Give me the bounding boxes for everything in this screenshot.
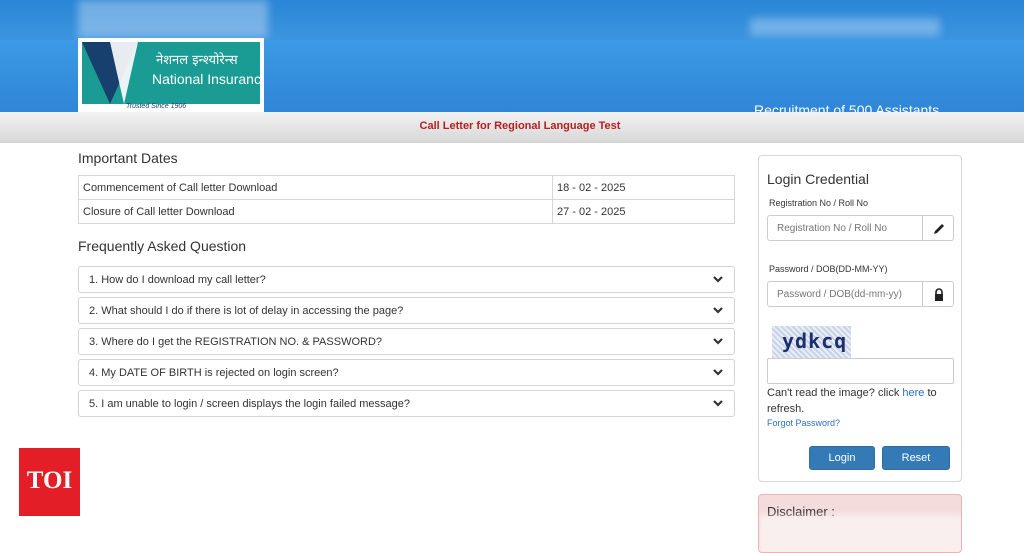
toi-logo-text: TOI <box>26 467 73 494</box>
top-bar <box>0 0 1024 40</box>
date-value: 18 - 02 - 2025 <box>552 175 735 200</box>
table-row: Commencement of Call letter Download 18 … <box>78 175 735 200</box>
forgot-password-link[interactable]: Forgot Password? <box>767 418 840 428</box>
sub-header-bar: Call Letter for Regional Language Test <box>0 112 1024 143</box>
captcha-image: ydkcq <box>772 326 851 358</box>
top-bar-blur <box>78 0 268 38</box>
chevron-down-icon <box>713 276 723 283</box>
faq-question: 4. My DATE OF BIRTH is rejected on login… <box>89 367 339 379</box>
page-title: Call Letter for Regional Language Test <box>419 120 621 132</box>
chevron-down-icon <box>713 307 723 314</box>
faq-item-3[interactable]: 3. Where do I get the REGISTRATION NO. &… <box>78 328 735 355</box>
top-bar-blur-right <box>750 18 940 36</box>
login-panel: Login Credential Registration No / Roll … <box>758 155 962 482</box>
registration-label: Registration No / Roll No <box>769 198 869 208</box>
faq-question: 1. How do I download my call letter? <box>89 274 266 286</box>
password-input[interactable] <box>767 281 923 307</box>
logo-hindi-text: नेशनल इन्श्योरेन्स <box>156 53 238 68</box>
faq-item-5[interactable]: 5. I am unable to login / screen display… <box>78 390 735 417</box>
chevron-down-icon <box>713 338 723 345</box>
password-addon <box>922 281 954 307</box>
faq-question: 3. Where do I get the REGISTRATION NO. &… <box>89 336 383 348</box>
faq-question: 2. What should I do if there is lot of d… <box>89 305 404 317</box>
national-insurance-logo[interactable]: नेशनल इन्श्योरेन्स National Insurance Tr… <box>78 38 264 112</box>
important-dates-table: Commencement of Call letter Download 18 … <box>78 175 735 224</box>
captcha-refresh-link[interactable]: here <box>902 387 924 399</box>
captcha-help-text: Can't read the image? click here to refr… <box>767 385 957 417</box>
disclaimer-panel: Disclaimer : <box>758 494 962 553</box>
logo-name-text: National Insurance <box>152 71 260 87</box>
faq-heading: Frequently Asked Question <box>78 238 247 254</box>
chevron-down-icon <box>713 400 723 407</box>
faq-question: 5. I am unable to login / screen display… <box>89 398 411 410</box>
date-value: 27 - 02 - 2025 <box>552 199 735 224</box>
logo-graphic: नेशनल इन्श्योरेन्स National Insurance <box>82 42 260 104</box>
table-row: Closure of Call letter Download 27 - 02 … <box>78 199 735 224</box>
page: Recruitment of 500 Assistants नेशनल इन्श… <box>0 0 1024 553</box>
date-label: Commencement of Call letter Download <box>78 175 553 200</box>
reset-button[interactable]: Reset <box>882 446 950 470</box>
registration-input[interactable] <box>767 215 923 241</box>
toi-watermark-logo: TOI <box>19 448 80 516</box>
pencil-icon <box>934 224 944 234</box>
faq-item-1[interactable]: 1. How do I download my call letter? <box>78 266 735 293</box>
captcha-input[interactable] <box>767 358 954 384</box>
chevron-down-icon <box>713 369 723 376</box>
disclaimer-blur <box>759 515 961 552</box>
captcha-help-before: Can't read the image? click <box>767 387 903 399</box>
logo-peacock-shape <box>110 42 138 104</box>
logo-tagline: Trusted Since 1906 <box>126 103 187 110</box>
faq-item-2[interactable]: 2. What should I do if there is lot of d… <box>78 297 735 324</box>
lock-icon <box>935 288 943 301</box>
registration-addon <box>922 215 954 241</box>
login-button[interactable]: Login <box>809 446 875 470</box>
password-label: Password / DOB(DD-MM-YY) <box>769 264 888 274</box>
captcha-text: ydkcq <box>782 329 848 353</box>
login-title: Login Credential <box>767 171 869 187</box>
date-label: Closure of Call letter Download <box>78 199 553 224</box>
important-dates-heading: Important Dates <box>78 150 178 166</box>
faq-item-4[interactable]: 4. My DATE OF BIRTH is rejected on login… <box>78 359 735 386</box>
